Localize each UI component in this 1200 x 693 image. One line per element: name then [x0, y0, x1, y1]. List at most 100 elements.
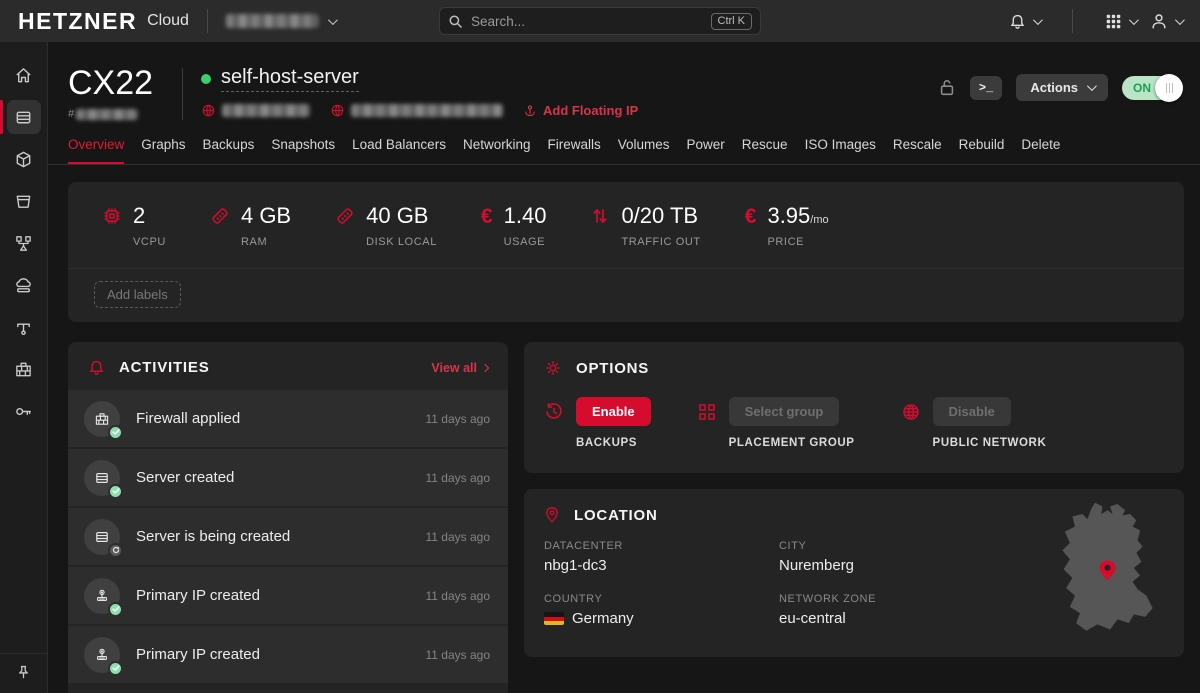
tab-volumes[interactable]: Volumes	[618, 137, 670, 164]
tab-rebuild[interactable]: Rebuild	[959, 137, 1005, 164]
tab-power[interactable]: Power	[687, 137, 725, 164]
sidebar-item-networks[interactable]	[0, 306, 48, 348]
pin-icon	[15, 664, 32, 681]
ipv6-item[interactable]	[330, 103, 503, 118]
activity-row[interactable]: Primary IP created 11 days ago	[68, 626, 508, 683]
activity-row[interactable]: Firewall applied 11 days ago	[68, 390, 508, 447]
server-id-redacted	[76, 109, 138, 120]
server-id-prefix: #	[68, 108, 74, 120]
tab-rescue[interactable]: Rescue	[742, 137, 788, 164]
power-toggle[interactable]: ON	[1122, 76, 1180, 100]
field-value: Nuremberg	[779, 557, 1014, 574]
view-all-label: View all	[431, 361, 477, 375]
cpu-icon	[102, 204, 122, 226]
chevron-down-icon	[1129, 15, 1139, 25]
view-all-link[interactable]: View all	[431, 361, 488, 375]
option-label: PUBLIC NETWORK	[933, 437, 1047, 449]
notifications-menu[interactable]	[1009, 13, 1040, 30]
tab-firewalls[interactable]: Firewalls	[547, 137, 600, 164]
germany-map	[1024, 499, 1176, 647]
content-columns: ACTIVITIES View all	[68, 342, 1184, 693]
field-value: Germany	[572, 610, 634, 627]
sidebar-item-floating-ips[interactable]	[0, 264, 48, 306]
activity-time: 11 days ago	[426, 530, 491, 544]
stat-value: 4 GB	[241, 203, 291, 228]
tab-overview[interactable]: Overview	[68, 137, 124, 164]
server-header: CX22 # self-host-server	[48, 42, 1200, 120]
stat-suffix: /mo	[810, 214, 828, 226]
sidebar-item-servers[interactable]	[0, 96, 48, 138]
activity-row[interactable]: Server is being created 11 days ago	[68, 508, 508, 565]
firewall-icon	[7, 352, 41, 386]
status-dot-running	[201, 74, 211, 84]
activity-title: Primary IP created	[136, 646, 260, 663]
tab-iso-images[interactable]: ISO Images	[805, 137, 876, 164]
sidebar-item-security[interactable]	[0, 390, 48, 432]
lock-button[interactable]	[938, 78, 956, 98]
search-input[interactable]	[471, 14, 703, 29]
activity-avatar	[84, 519, 120, 555]
enable-backups-button[interactable]: Enable	[576, 397, 651, 426]
stat-value: 2	[133, 203, 145, 228]
unlock-icon	[938, 78, 956, 98]
server-tabs: Overview Graphs Backups Snapshots Load B…	[48, 137, 1200, 165]
stat-traffic: 0/20 TB TRAFFIC OUT	[590, 204, 700, 248]
success-check-icon	[108, 602, 123, 617]
options-row: Enable BACKUPS Select gr	[524, 391, 1184, 449]
ipv6-redacted	[351, 104, 503, 117]
activity-title: Primary IP created	[136, 587, 260, 604]
ipv4-item[interactable]	[201, 103, 310, 118]
placement-group-icon	[697, 402, 717, 422]
activity-avatar	[84, 637, 120, 673]
project-selector[interactable]	[226, 14, 335, 28]
tab-networking[interactable]: Networking	[463, 137, 531, 164]
labels-row: Add labels	[68, 269, 1184, 322]
chevron-right-icon	[481, 363, 489, 371]
tab-graphs[interactable]: Graphs	[141, 137, 185, 164]
sidebar-item-home[interactable]	[0, 54, 48, 96]
stat-label: DISK LOCAL	[366, 236, 437, 248]
tab-snapshots[interactable]: Snapshots	[271, 137, 335, 164]
tab-delete[interactable]: Delete	[1021, 137, 1060, 164]
actions-button[interactable]: Actions	[1016, 74, 1108, 101]
apps-menu[interactable]	[1105, 13, 1136, 30]
primary-ip-icon	[94, 647, 110, 663]
server-name[interactable]: self-host-server	[221, 66, 359, 92]
server-type: CX22	[68, 66, 164, 100]
add-labels-button[interactable]: Add labels	[94, 281, 181, 308]
bucket-icon	[7, 184, 41, 218]
pending-spinner-icon	[108, 543, 123, 558]
option-label: BACKUPS	[576, 437, 651, 449]
header-controls: >_ Actions ON	[938, 66, 1180, 101]
option-public-network: Disable PUBLIC NETWORK	[901, 397, 1047, 449]
activity-row[interactable]: Primary IP created 11 days ago	[68, 567, 508, 624]
tab-load-balancers[interactable]: Load Balancers	[352, 137, 446, 164]
chevron-down-icon	[1033, 15, 1043, 25]
disable-public-network-button[interactable]: Disable	[933, 397, 1011, 426]
euro-icon: €	[745, 204, 757, 227]
stat-label: RAM	[241, 236, 291, 248]
sidebar-pin-toggle[interactable]	[0, 653, 48, 693]
search-bar[interactable]: Ctrl K	[439, 7, 761, 35]
activity-avatar	[84, 401, 120, 437]
activity-time: 11 days ago	[426, 589, 491, 603]
add-floating-ip-link[interactable]: Add Floating IP	[523, 103, 638, 118]
topbar-divider	[207, 9, 208, 33]
bell-icon	[88, 359, 105, 376]
account-menu[interactable]	[1150, 12, 1182, 30]
sidebar-item-storage[interactable]	[0, 180, 48, 222]
tab-backups[interactable]: Backups	[203, 137, 255, 164]
sidebar-item-load-balancers[interactable]	[0, 222, 48, 264]
select-placement-group-button[interactable]: Select group	[729, 397, 840, 426]
activity-row[interactable]: Server created 11 days ago	[68, 449, 508, 506]
sidebar-item-firewalls[interactable]	[0, 348, 48, 390]
server-id: #	[68, 108, 164, 120]
power-toggle-handle[interactable]	[1155, 74, 1183, 102]
stat-label: TRAFFIC OUT	[621, 236, 700, 248]
sidebar-item-images[interactable]	[0, 138, 48, 180]
console-button[interactable]: >_	[970, 76, 1002, 100]
tab-rescale[interactable]: Rescale	[893, 137, 942, 164]
search-shortcut-badge: Ctrl K	[711, 13, 753, 30]
network-icon	[7, 310, 41, 344]
stat-label: USAGE	[504, 236, 547, 248]
